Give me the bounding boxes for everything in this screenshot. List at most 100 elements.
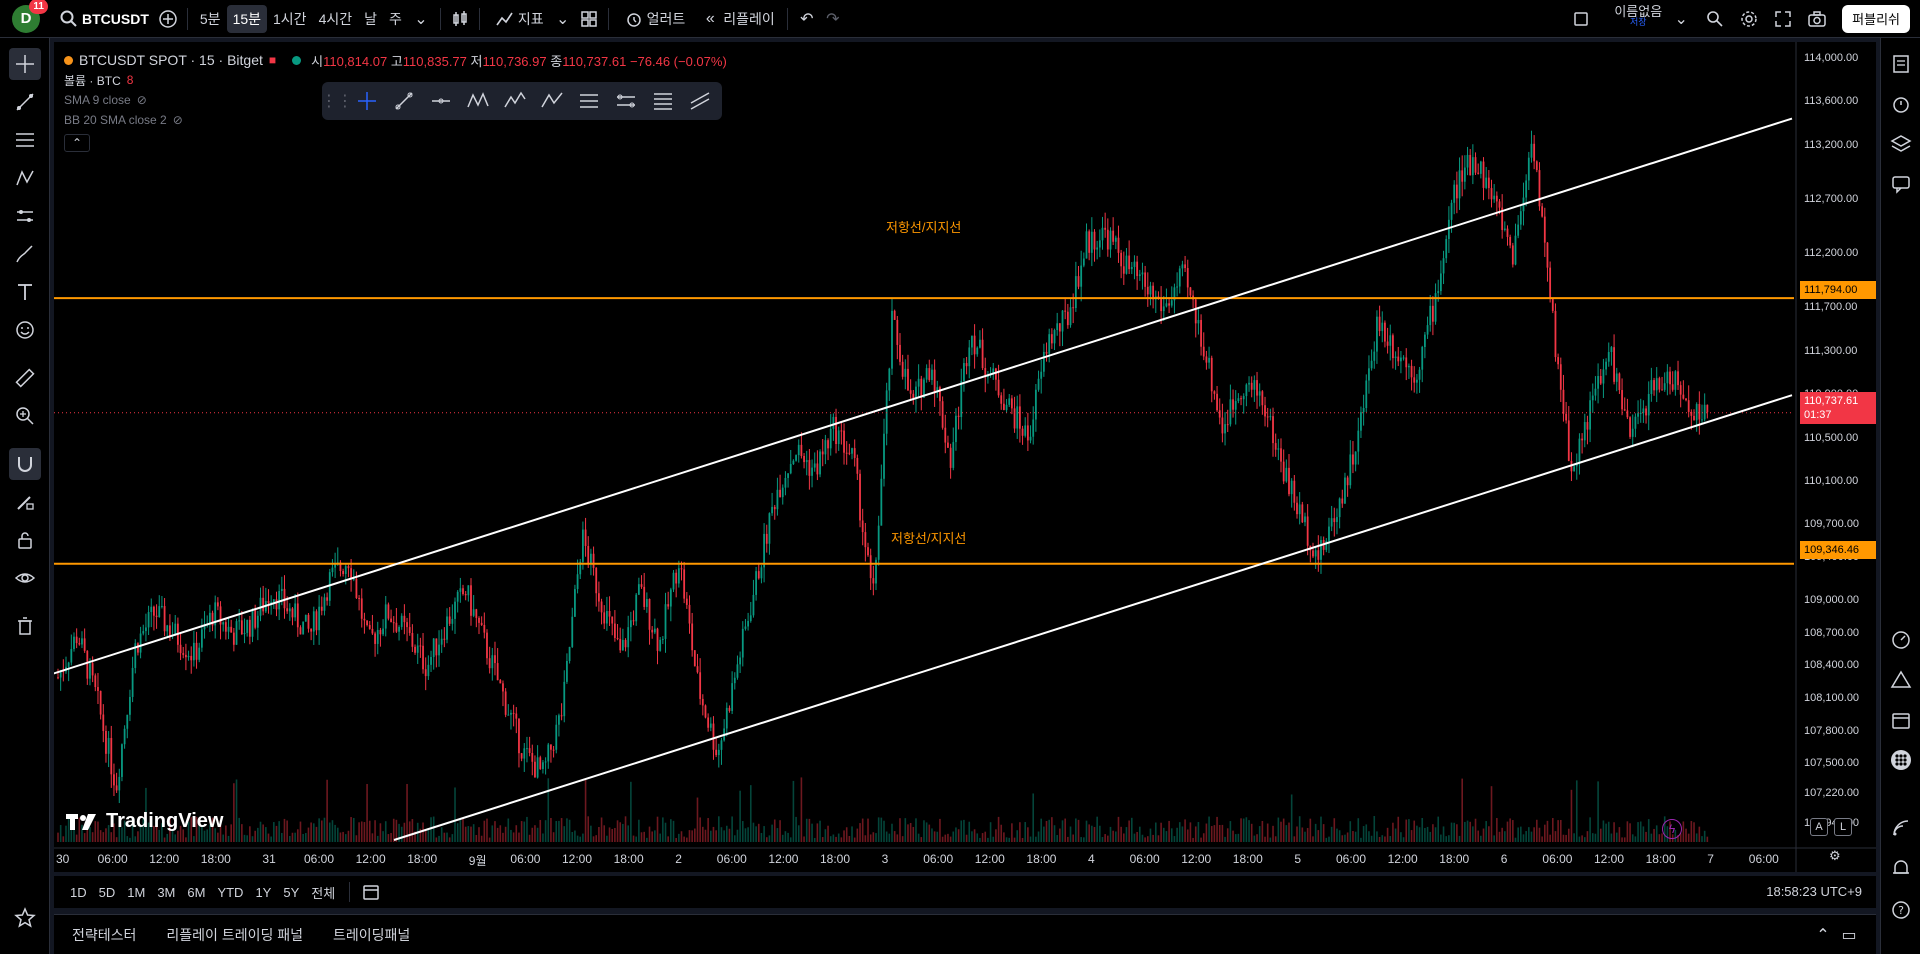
maximize-panel-icon[interactable]: ▭ [1836, 922, 1862, 948]
candles-icon[interactable] [447, 6, 473, 32]
help-button[interactable]: ? [1885, 894, 1917, 926]
range-5y[interactable]: 5Y [277, 885, 305, 900]
chat-button[interactable] [1885, 168, 1917, 200]
horizontal-ray-icon[interactable] [426, 87, 455, 115]
chevron-down-icon[interactable]: ⌄ [1668, 6, 1694, 32]
crosshair-tool[interactable] [9, 48, 41, 80]
tab-trading-panel[interactable]: 트레이딩패널 [333, 925, 410, 945]
favorites-tool[interactable] [9, 902, 41, 934]
watchlist-button[interactable] [1885, 48, 1917, 80]
interval-day[interactable]: 날 [358, 5, 383, 33]
chevron-up-icon[interactable]: ⌃ [1810, 922, 1836, 948]
auto-scale-button[interactable]: A [1810, 818, 1828, 836]
interval-5m[interactable]: 5분 [194, 5, 227, 33]
tab-replay-trading[interactable]: 리플레이 트레이딩 패널 [166, 925, 303, 945]
goto-date-icon[interactable] [358, 879, 384, 905]
notifications-button[interactable] [1885, 852, 1917, 884]
fib-tool[interactable] [9, 124, 41, 156]
series-title[interactable]: BTCUSDT SPOT · 15 · Bitget [79, 52, 263, 68]
gear-icon[interactable] [1736, 6, 1762, 32]
tradingview-logo[interactable]: TradingView [66, 810, 223, 833]
alert-button[interactable]: 얼러트 [615, 5, 692, 33]
trend-line-icon[interactable] [389, 87, 418, 115]
undo-icon[interactable]: ↶ [794, 6, 820, 32]
volume-bar [438, 835, 440, 842]
chevron-down-icon[interactable]: ⌄ [550, 6, 576, 32]
settings-gear-icon[interactable]: ⚙ [1829, 848, 1841, 864]
lower-level-label[interactable]: 저항선/지지선 [891, 528, 966, 547]
xabcd-pattern-icon[interactable] [463, 87, 492, 115]
range-6m[interactable]: 6M [181, 885, 211, 900]
range-all[interactable]: 전체 [305, 883, 341, 902]
measure-tool[interactable] [9, 362, 41, 394]
trendline-tool[interactable] [9, 86, 41, 118]
fib-retracement-icon[interactable] [648, 87, 677, 115]
prediction-tool[interactable] [9, 200, 41, 232]
replay-button[interactable]: « 리플레이 [691, 5, 781, 33]
elliott-wave-icon[interactable] [500, 87, 529, 115]
candle-body [288, 608, 291, 612]
hide-tool[interactable] [9, 562, 41, 594]
range-1d[interactable]: 1D [64, 885, 93, 900]
alerts-button[interactable] [1885, 88, 1917, 120]
flag-icon[interactable]: ■ [269, 53, 276, 67]
log-scale-button[interactable]: L [1834, 818, 1852, 836]
ideas-button[interactable] [1885, 664, 1917, 696]
tab-strategy-tester[interactable]: 전략테스터 [72, 925, 136, 945]
range-3m[interactable]: 3M [151, 885, 181, 900]
brush-tool[interactable] [9, 238, 41, 270]
drag-handle-icon[interactable]: ⋮⋮ [321, 87, 353, 115]
legend-collapse-button[interactable]: ⌃ [64, 134, 90, 152]
range-5d[interactable]: 5D [93, 885, 122, 900]
layout-name[interactable]: 이름없음 저장 [1608, 4, 1668, 33]
fullscreen-icon[interactable] [1770, 6, 1796, 32]
abc-wave-icon[interactable] [537, 87, 566, 115]
remove-tool[interactable] [9, 610, 41, 642]
interval-15m[interactable]: 15분 [226, 4, 268, 33]
lock-tool[interactable] [9, 524, 41, 556]
stay-drawing-tool[interactable] [9, 486, 41, 518]
range-1y[interactable]: 1Y [249, 885, 277, 900]
hidden-eye-icon[interactable]: ⊘ [137, 93, 147, 107]
publish-button[interactable]: 퍼블리쉬 [1842, 4, 1910, 33]
channel-icon[interactable] [685, 87, 714, 115]
emoji-tool[interactable] [9, 314, 41, 346]
quick-search-icon[interactable] [1702, 6, 1728, 32]
candle-body [1357, 430, 1360, 452]
long-position-icon[interactable] [574, 87, 603, 115]
zoom-tool[interactable] [9, 400, 41, 432]
clock-timezone[interactable]: 18:58:23 UTC+9 [1766, 884, 1862, 899]
layout-square-icon[interactable] [1568, 6, 1594, 32]
range-ytd[interactable]: YTD [211, 885, 249, 900]
speedometer-button[interactable] [1885, 624, 1917, 656]
hidden-eye-icon[interactable]: ⊘ [173, 113, 183, 127]
date-range-icon[interactable] [611, 87, 640, 115]
streams-button[interactable] [1885, 812, 1917, 844]
user-avatar[interactable]: D 11 [12, 0, 48, 33]
range-1m[interactable]: 1M [121, 885, 151, 900]
interval-1h[interactable]: 1시간 [267, 5, 313, 33]
interval-4h[interactable]: 4시간 [313, 5, 359, 33]
chart-pane[interactable]: BTCUSDT SPOT · 15 · Bitget ■ 시110,814.07… [54, 42, 1876, 872]
layout-grid-icon[interactable] [576, 6, 602, 32]
camera-icon[interactable] [1804, 6, 1830, 32]
volume-bar [1424, 827, 1426, 842]
price-chart[interactable] [54, 42, 1876, 872]
pattern-tool[interactable] [9, 162, 41, 194]
candle-body [200, 629, 203, 648]
volume-bar [502, 832, 504, 842]
redo-icon[interactable]: ↷ [820, 6, 846, 32]
object-tree-button[interactable] [1885, 128, 1917, 160]
indicators-button[interactable]: 지표 [486, 5, 550, 33]
chevron-down-icon[interactable]: ⌄ [408, 6, 434, 32]
magnet-tool[interactable] [9, 448, 41, 480]
symbol-search[interactable]: BTCUSDT [50, 5, 155, 33]
lightning-icon[interactable]: ϟ [1662, 819, 1682, 839]
upper-level-label[interactable]: 저항선/지지선 [886, 217, 961, 236]
cross-line-icon[interactable] [352, 87, 381, 115]
calendar-button[interactable] [1885, 704, 1917, 736]
apps-button[interactable] [1885, 744, 1917, 776]
compare-add-icon[interactable] [155, 6, 181, 32]
text-tool[interactable] [9, 276, 41, 308]
interval-week[interactable]: 주 [383, 5, 408, 33]
